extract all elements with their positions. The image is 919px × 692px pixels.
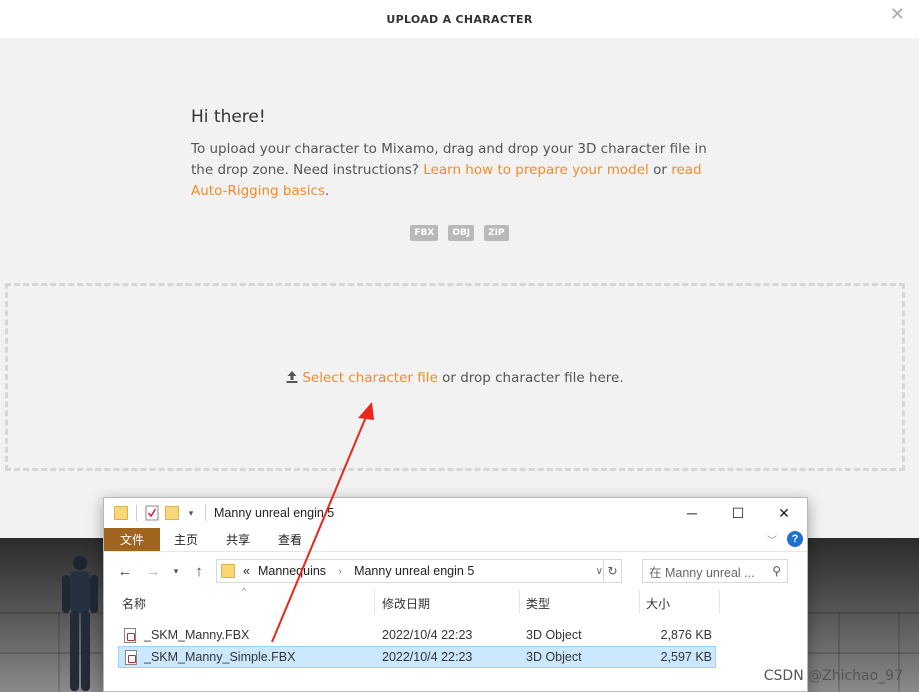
format-badge-zip: ZIP (484, 225, 509, 241)
minimize-button[interactable]: ─ (669, 498, 715, 528)
ribbon-right-controls: ﹀ ? (767, 531, 803, 547)
file-explorer-window[interactable]: ▾ Manny unreal engin 5 ─ ☐ ✕ 文件 主页 共享 查看… (103, 497, 808, 692)
intro-section: Hi there! To upload your character to Mi… (191, 107, 711, 202)
file-date: 2022/10/4 22:23 (382, 628, 473, 642)
new-folder-icon[interactable] (165, 506, 179, 520)
window-controls: ─ ☐ ✕ (669, 498, 807, 528)
column-divider[interactable] (719, 590, 720, 614)
file-row-selected[interactable]: _SKM_Manny_Simple.FBX 2022/10/4 22:23 3D… (118, 646, 716, 668)
file-name: _SKM_Manny_Simple.FBX (144, 650, 296, 664)
format-badges: FBX OBJ ZIP (0, 225, 919, 241)
intro-paragraph: To upload your character to Mixamo, drag… (191, 139, 711, 202)
watermark: CSDN @Zhichao_97 (763, 668, 903, 684)
refresh-icon[interactable]: ↻ (603, 560, 621, 582)
file-type: 3D Object (526, 650, 582, 664)
fbx-file-icon (124, 628, 136, 643)
address-dropdown-icon[interactable]: ∨ (596, 566, 603, 577)
separator (205, 505, 206, 521)
column-date-modified[interactable]: 修改日期 (382, 595, 430, 612)
tab-file[interactable]: 文件 (104, 528, 160, 551)
navigation-bar: ← → ▾ ↑ « Mannequins › Manny unreal engi… (104, 552, 807, 590)
file-size: 2,876 KB (660, 628, 712, 642)
fbx-file-icon (125, 650, 137, 665)
search-icon: ⚲ (772, 564, 781, 578)
address-overflow[interactable]: « (243, 564, 250, 578)
breadcrumb-mannequins[interactable]: Mannequins (258, 564, 326, 578)
file-size: 2,597 KB (660, 650, 712, 664)
address-bar[interactable]: « Mannequins › Manny unreal engin 5 ∨ ↻ (216, 559, 622, 583)
file-row[interactable]: _SKM_Manny.FBX 2022/10/4 22:23 3D Object… (118, 625, 716, 647)
column-divider[interactable] (519, 590, 520, 614)
greeting-heading: Hi there! (191, 107, 266, 127)
prepare-model-link[interactable]: Learn how to prepare your model (423, 162, 649, 178)
breadcrumb-current[interactable]: Manny unreal engin 5 (354, 564, 474, 578)
period-text: . (325, 183, 330, 199)
format-badge-obj: OBJ (448, 225, 475, 241)
sort-ascending-icon: ^ (242, 586, 247, 596)
help-icon[interactable]: ? (787, 531, 803, 547)
close-window-button[interactable]: ✕ (761, 498, 807, 528)
forward-arrow-icon[interactable]: → (142, 563, 164, 580)
select-character-file-link[interactable]: Select character file (302, 370, 437, 386)
upload-modal: UPLOAD A CHARACTER ✕ Hi there! To upload… (0, 0, 919, 538)
mannequin-figure (62, 556, 98, 691)
dropzone-text: Select character file or drop character … (8, 370, 902, 386)
file-date: 2022/10/4 22:23 (382, 650, 473, 664)
expand-ribbon-chevron-icon[interactable]: ﹀ (767, 532, 777, 547)
customize-toolbar-chevron-icon[interactable]: ▾ (185, 508, 197, 519)
search-placeholder: 在 Manny unreal ... (649, 565, 755, 580)
recent-locations-chevron-icon[interactable]: ▾ (170, 566, 182, 577)
folder-icon (114, 506, 128, 520)
tab-home[interactable]: 主页 (160, 528, 212, 551)
or-text: or (653, 162, 667, 178)
modal-title: UPLOAD A CHARACTER (386, 12, 533, 26)
drop-text: or drop character file here. (442, 370, 624, 386)
quick-access-toolbar: ▾ (104, 505, 208, 521)
ribbon-tabs: 文件 主页 共享 查看 ﹀ ? (104, 528, 807, 552)
tab-view[interactable]: 查看 (264, 528, 316, 551)
column-divider[interactable] (639, 590, 640, 614)
search-input[interactable]: 在 Manny unreal ... ⚲ (642, 559, 788, 583)
file-type: 3D Object (526, 628, 582, 642)
format-badge-fbx: FBX (410, 225, 439, 241)
upload-icon (286, 371, 298, 383)
folder-icon (221, 564, 235, 578)
separator (136, 505, 137, 521)
back-arrow-icon[interactable]: ← (114, 563, 136, 580)
modal-header: UPLOAD A CHARACTER ✕ (0, 0, 919, 38)
close-icon[interactable]: ✕ (890, 6, 905, 24)
tab-share[interactable]: 共享 (212, 528, 264, 551)
explorer-titlebar[interactable]: ▾ Manny unreal engin 5 ─ ☐ ✕ (104, 498, 807, 528)
column-type[interactable]: 类型 (526, 595, 550, 612)
column-name[interactable]: 名称 (122, 595, 146, 612)
column-headers: ^ 名称 修改日期 类型 大小 (104, 586, 807, 614)
file-name: _SKM_Manny.FBX (144, 628, 250, 642)
explorer-title: Manny unreal engin 5 (214, 506, 335, 520)
column-divider[interactable] (374, 590, 375, 614)
breadcrumb-separator-icon[interactable]: › (334, 566, 346, 576)
properties-icon[interactable] (145, 505, 159, 521)
column-size[interactable]: 大小 (646, 595, 670, 612)
drop-zone[interactable]: Select character file or drop character … (5, 283, 905, 471)
up-arrow-icon[interactable]: ↑ (188, 563, 210, 580)
maximize-button[interactable]: ☐ (715, 498, 761, 528)
